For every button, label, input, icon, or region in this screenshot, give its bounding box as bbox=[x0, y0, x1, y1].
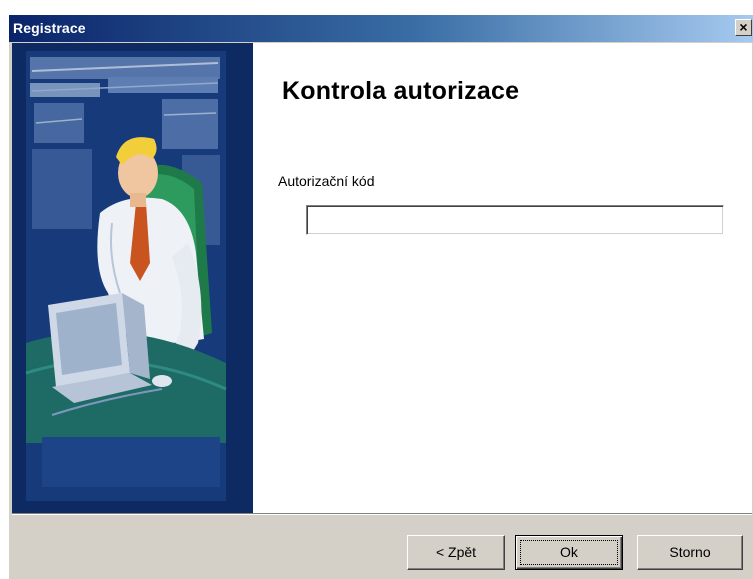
cancel-button[interactable]: Storno bbox=[637, 535, 743, 570]
back-button-label: < Zpět bbox=[435, 544, 477, 560]
close-icon: × bbox=[739, 19, 748, 35]
window-title: Registrace bbox=[13, 20, 86, 36]
wizard-content: Kontrola autorizace Autorizační kód bbox=[12, 43, 752, 513]
back-button[interactable]: < Zpět bbox=[407, 535, 505, 570]
auth-code-label: Autorizační kód bbox=[278, 173, 375, 189]
registration-dialog: Registrace × Kontrola autorizace Autoriz… bbox=[8, 14, 753, 579]
close-button[interactable]: × bbox=[735, 19, 752, 36]
auth-code-input[interactable] bbox=[306, 205, 724, 235]
focus-rect bbox=[520, 540, 618, 565]
page-heading: Kontrola autorizace bbox=[282, 77, 520, 105]
man-at-computer-illustration bbox=[12, 43, 253, 513]
footer-divider bbox=[12, 513, 752, 515]
cancel-button-label: Storno bbox=[669, 544, 711, 560]
ok-button[interactable]: Ok bbox=[515, 535, 623, 570]
title-bar[interactable]: Registrace × bbox=[9, 15, 753, 42]
side-illustration-panel bbox=[12, 43, 253, 513]
